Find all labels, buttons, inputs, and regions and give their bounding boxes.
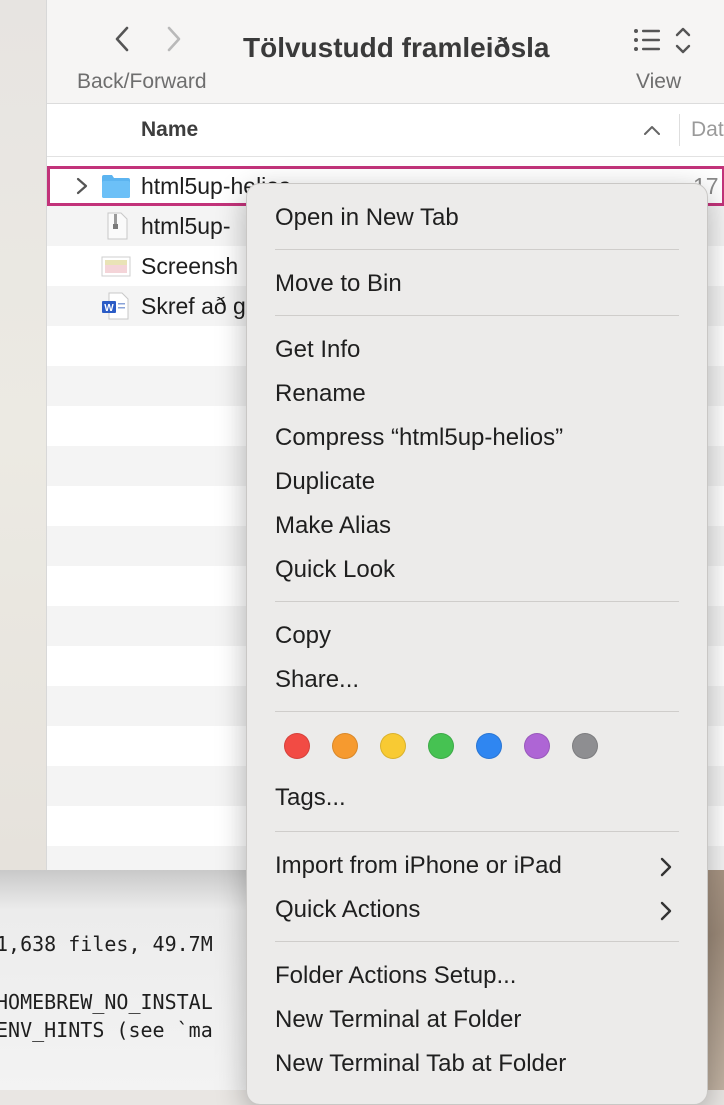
- column-header-bar: Name Dat: [47, 104, 724, 157]
- submenu-chevron-icon: [660, 901, 672, 921]
- menu-item-compress[interactable]: Compress “html5up-helios”: [275, 424, 563, 452]
- word-document-icon: W: [102, 292, 129, 320]
- chevron-left-icon: [115, 26, 129, 52]
- menu-item-new-terminal-at-folder[interactable]: New Terminal at Folder: [275, 1006, 521, 1034]
- file-name: html5up-: [141, 213, 231, 239]
- chevron-right-icon: [167, 26, 181, 52]
- tag-orange-dot[interactable]: [332, 733, 358, 759]
- svg-text:W: W: [104, 303, 114, 314]
- column-header-date[interactable]: Dat: [691, 118, 724, 142]
- tag-red-dot[interactable]: [284, 733, 310, 759]
- back-forward-caption: Back/Forward: [77, 70, 207, 93]
- terminal-line: HOMEBREW_NO_INSTAL: [0, 990, 213, 1014]
- menu-separator: [275, 711, 679, 712]
- file-name: Skref að g: [141, 293, 246, 319]
- disclosure-chevron-icon[interactable]: [75, 176, 89, 196]
- sort-ascending-icon[interactable]: [643, 124, 661, 136]
- image-file-icon: [101, 256, 131, 277]
- tag-purple-dot[interactable]: [524, 733, 550, 759]
- tag-green-dot[interactable]: [428, 733, 454, 759]
- window-title: Tölvustudd framleiðsla: [243, 32, 550, 63]
- menu-item-new-terminal-tab-at-folder[interactable]: New Terminal Tab at Folder: [275, 1050, 566, 1078]
- file-name: Screensh: [141, 253, 239, 279]
- menu-item-share[interactable]: Share...: [275, 666, 359, 694]
- context-menu: Open in New Tab Move to Bin Get Info Ren…: [246, 183, 708, 1105]
- menu-item-rename[interactable]: Rename: [275, 380, 366, 408]
- view-caption: View: [636, 70, 682, 93]
- terminal-line: 1,638 files, 49.7M: [0, 932, 213, 956]
- tag-yellow-dot[interactable]: [380, 733, 406, 759]
- back-button[interactable]: [107, 22, 137, 56]
- terminal-window[interactable]: 1,638 files, 49.7M HOMEBREW_NO_INSTAL EN…: [0, 870, 260, 1090]
- desktop-left-strip: [0, 0, 46, 870]
- menu-item-quick-look[interactable]: Quick Look: [275, 556, 395, 584]
- zip-archive-icon: [107, 212, 128, 240]
- menu-separator: [275, 601, 679, 602]
- view-options-button[interactable]: [632, 24, 702, 58]
- menu-separator: [275, 831, 679, 832]
- terminal-line: ENV_HINTS (see `ma: [0, 1018, 213, 1042]
- tag-gray-dot[interactable]: [572, 733, 598, 759]
- submenu-chevron-icon: [660, 857, 672, 877]
- menu-item-duplicate[interactable]: Duplicate: [275, 468, 375, 496]
- menu-item-open-in-new-tab[interactable]: Open in New Tab: [275, 204, 459, 232]
- menu-separator: [275, 249, 679, 250]
- finder-toolbar: Back/Forward Tölvustudd framleiðsla View: [47, 0, 724, 104]
- column-header-name[interactable]: Name: [141, 118, 198, 142]
- menu-item-make-alias[interactable]: Make Alias: [275, 512, 391, 540]
- folder-icon: [102, 175, 130, 198]
- menu-item-copy[interactable]: Copy: [275, 622, 331, 650]
- tag-blue-dot[interactable]: [476, 733, 502, 759]
- menu-separator: [275, 941, 679, 942]
- menu-item-quick-actions[interactable]: Quick Actions: [275, 896, 420, 924]
- list-view-icon: [634, 27, 691, 54]
- column-divider: [679, 114, 680, 146]
- menu-item-move-to-bin[interactable]: Move to Bin: [275, 270, 402, 298]
- menu-item-folder-actions-setup[interactable]: Folder Actions Setup...: [275, 962, 516, 990]
- forward-button[interactable]: [159, 22, 189, 56]
- menu-separator: [275, 315, 679, 316]
- menu-item-import-from-iphone[interactable]: Import from iPhone or iPad: [275, 852, 562, 880]
- menu-item-tags[interactable]: Tags...: [275, 784, 346, 812]
- menu-item-get-info[interactable]: Get Info: [275, 336, 360, 364]
